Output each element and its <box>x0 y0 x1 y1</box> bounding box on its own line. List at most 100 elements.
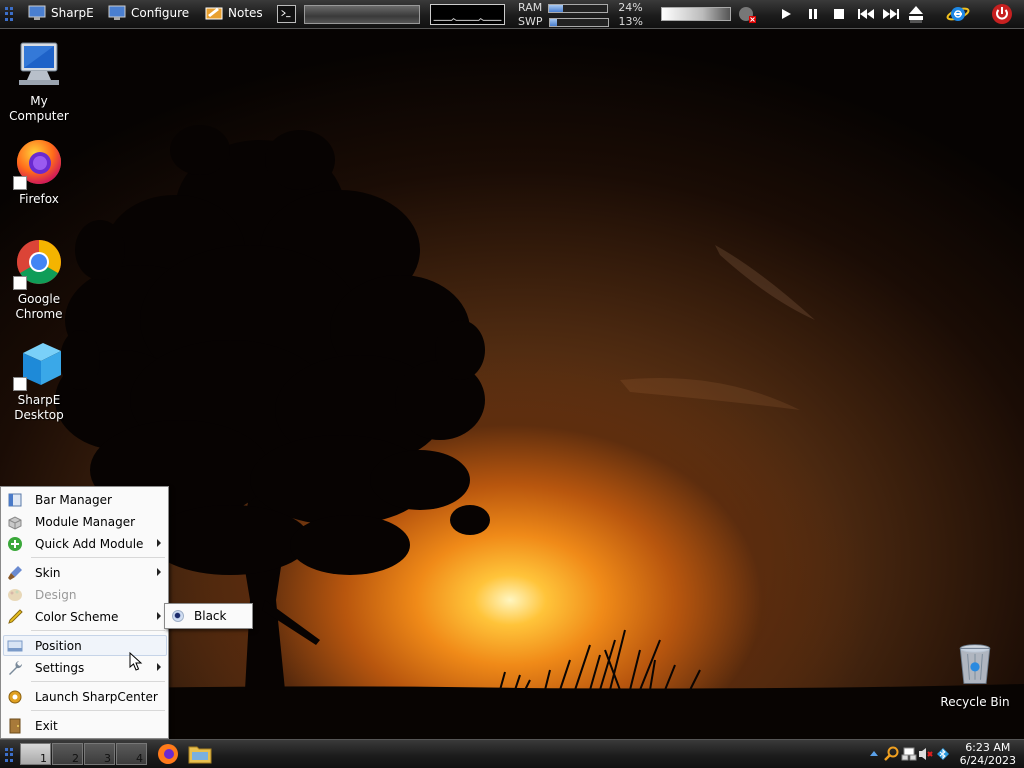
position-icon <box>7 640 23 651</box>
menu-separator <box>31 681 165 682</box>
stop-button[interactable] <box>833 8 845 23</box>
menu-separator <box>31 557 165 558</box>
clock[interactable]: 6:23 AM 6/24/2023 <box>960 741 1016 767</box>
volume-muted-icon[interactable] <box>918 746 934 762</box>
color-scheme-pencil-icon <box>8 608 23 624</box>
notes-button[interactable]: Notes <box>205 5 263 21</box>
desktop-icon-chrome[interactable]: Google Chrome <box>0 238 78 322</box>
submenu-arrow-icon <box>157 539 161 547</box>
menu-item-skin[interactable]: Skin <box>3 562 167 583</box>
desktop-icon-firefox[interactable]: Firefox <box>0 138 78 207</box>
sharpe-button[interactable]: SharpE <box>28 5 94 21</box>
menu-item-exit[interactable]: Exit <box>3 715 167 736</box>
virtual-desktop-1[interactable]: 1 <box>20 743 51 765</box>
swp-percent: 13% <box>618 15 643 28</box>
menu-item-label: Color Scheme <box>35 609 119 624</box>
submenu-arrow-icon <box>157 568 161 576</box>
sharpe-desktop-icon <box>13 339 65 391</box>
bluetooth-icon[interactable] <box>935 746 951 762</box>
menu-item-launch-sharpcenter[interactable]: Launch SharpCenter <box>3 686 167 707</box>
clock-time: 6:23 AM <box>965 741 1011 754</box>
menu-item-design: Design <box>3 584 167 605</box>
monitor-icon <box>28 5 46 20</box>
ram-meter: RAM 24% SWP 13% <box>518 2 643 28</box>
desktop-icon-sharpe-desktop[interactable]: SharpE Desktop <box>0 339 78 423</box>
menu-item-label: Bar Manager <box>35 492 112 507</box>
color-scheme-option-label: Black <box>194 609 227 623</box>
up-arrow-icon[interactable] <box>870 750 878 758</box>
command-input[interactable] <box>304 5 420 24</box>
network-icon[interactable] <box>901 746 917 762</box>
bar-grip-icon[interactable] <box>5 7 13 21</box>
stop-icon <box>834 9 844 19</box>
internet-explorer-icon[interactable] <box>946 3 970 25</box>
exit-door-icon <box>9 718 21 733</box>
module-manager-icon <box>8 515 22 530</box>
color-scheme-submenu: Black <box>164 603 253 629</box>
skin-brush-icon <box>8 565 22 580</box>
next-button[interactable] <box>882 8 900 23</box>
play-button[interactable] <box>780 8 792 23</box>
menu-item-label: Design <box>35 587 77 602</box>
cpu-graph <box>430 4 505 25</box>
configure-button-label: Configure <box>131 6 190 20</box>
virtual-desktop-2[interactable]: 2 <box>52 743 83 765</box>
next-icon <box>883 9 899 19</box>
desktop-icon-label: SharpE Desktop <box>14 393 64 422</box>
my-computer-icon <box>13 40 65 92</box>
clock-date: 6/24/2023 <box>959 754 1016 767</box>
menu-item-label: Settings <box>35 660 85 675</box>
volume-slider[interactable] <box>661 7 731 21</box>
taskbar-explorer-button[interactable] <box>188 743 212 765</box>
search-icon[interactable] <box>884 746 900 762</box>
firefox-icon <box>158 744 178 764</box>
desktop-icon-recycle-bin[interactable]: Recycle Bin <box>936 641 1014 710</box>
desktop-icon-label: My Computer <box>9 94 69 123</box>
submenu-arrow-icon <box>157 663 161 671</box>
firefox-icon <box>13 138 65 190</box>
wrench-icon <box>9 660 23 675</box>
sharpe-button-label: SharpE <box>51 6 94 20</box>
folder-icon <box>188 746 212 764</box>
menu-item-quick-add-module[interactable]: Quick Add Module <box>3 533 167 554</box>
volume-muted-icon[interactable] <box>737 5 757 24</box>
play-icon <box>782 9 791 19</box>
sharpcenter-gear-icon <box>8 690 22 703</box>
virtual-desktop-3[interactable]: 3 <box>84 743 115 765</box>
notes-icon <box>205 7 223 20</box>
submenu-arrow-icon <box>157 612 161 620</box>
menu-item-module-manager[interactable]: Module Manager <box>3 511 167 532</box>
taskbar: 1 2 3 4 6:23 AM 6/24/2023 <box>0 739 1024 768</box>
menu-item-color-scheme[interactable]: Color Scheme <box>3 606 167 627</box>
menu-item-label: Launch SharpCenter <box>35 689 158 704</box>
power-icon[interactable] <box>991 3 1013 25</box>
ram-bar <box>548 3 609 13</box>
desktop-icon-label: Google Chrome <box>15 292 63 321</box>
command-prompt-icon[interactable] <box>277 5 296 23</box>
menu-separator <box>31 630 165 631</box>
menu-item-label: Position <box>35 638 82 653</box>
recycle-bin-icon <box>949 641 1001 693</box>
monitor-icon <box>108 5 126 20</box>
swp-bar <box>548 17 609 27</box>
chrome-icon <box>13 238 65 290</box>
eject-icon[interactable] <box>907 4 925 24</box>
mouse-cursor-icon <box>129 652 143 671</box>
menu-item-label: Module Manager <box>35 514 136 529</box>
color-scheme-option-black[interactable]: Black <box>165 604 252 628</box>
taskbar-firefox-button[interactable] <box>156 742 180 766</box>
menu-item-bar-manager[interactable]: Bar Manager <box>3 489 167 510</box>
desktop-icon-label: Recycle Bin <box>940 695 1010 709</box>
desktop-icon-my-computer[interactable]: My Computer <box>0 40 78 124</box>
configure-button[interactable]: Configure <box>108 5 189 21</box>
previous-icon <box>858 9 874 19</box>
virtual-desktop-4[interactable]: 4 <box>116 743 147 765</box>
previous-button[interactable] <box>857 8 875 23</box>
pause-button[interactable] <box>807 8 819 23</box>
top-bar: SharpE Configure Notes RAM 24% SWP 13% <box>0 0 1024 29</box>
swp-label: SWP <box>518 15 543 28</box>
bar-manager-icon <box>8 493 22 506</box>
bar-context-menu: Bar Manager Module Manager Quick Add Mod… <box>0 486 169 739</box>
bar-grip-icon[interactable] <box>5 748 13 762</box>
menu-separator <box>31 710 165 711</box>
